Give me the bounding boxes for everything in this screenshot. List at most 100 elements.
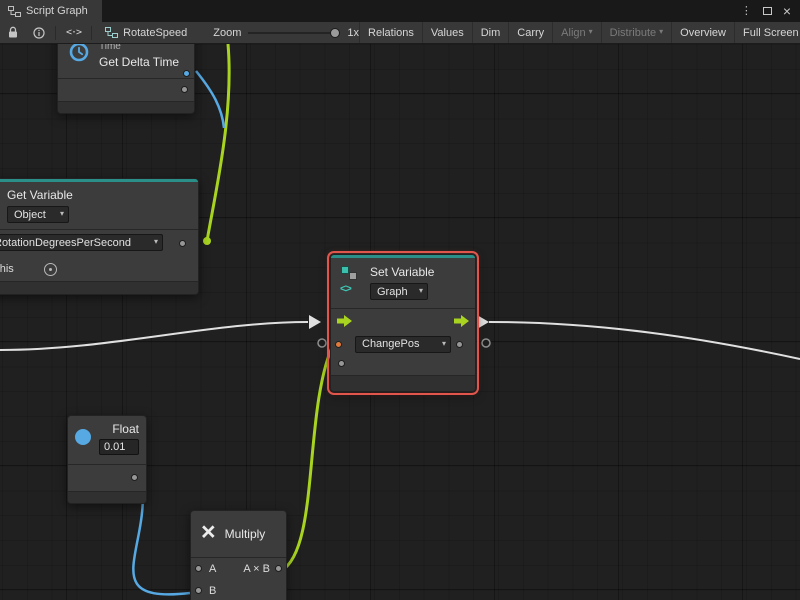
output-port[interactable] (181, 86, 188, 93)
value-output-port[interactable] (456, 341, 463, 348)
node-header: Float 0.01 (68, 416, 146, 464)
multiply-icon: × (201, 520, 216, 545)
node-footer (58, 101, 194, 113)
code-preview-icon[interactable]: <·> (59, 22, 88, 43)
toolbar-buttons: Relations Values Dim Carry Align Distrib… (359, 22, 800, 43)
window-controls: ⋮ × (741, 0, 800, 22)
toolbar-separator (91, 26, 92, 40)
result-output-port[interactable] (275, 565, 282, 572)
zoom-control: Zoom 1x (197, 26, 359, 40)
green-wire-endpoint[interactable] (203, 237, 211, 245)
script-graph-asset-icon (105, 27, 118, 38)
variable-name-dropdown[interactable]: ChangePos (355, 336, 451, 353)
port-bubble-right[interactable] (482, 339, 490, 347)
node-title: Float (112, 422, 139, 436)
node-multiply[interactable]: × Multiply A A × B B (190, 510, 287, 600)
node-header: Time Get Delta Time (58, 44, 194, 78)
exec-port-row (331, 309, 475, 333)
node-category: Time (99, 44, 179, 52)
tab-title: Script Graph (26, 5, 88, 17)
node-header: × Multiply (191, 511, 286, 557)
graph-toolbar: <·> RotateSpeed Zoom 1x Relations Values… (0, 22, 800, 44)
exec-arrow-in-icon (309, 315, 321, 329)
node-title: Get Variable (7, 188, 190, 202)
node-title: Set Variable (370, 265, 434, 279)
exec-wire-in[interactable] (0, 322, 308, 350)
graph-name: RotateSpeed (123, 27, 187, 39)
set-variable-icon: <> (339, 265, 363, 304)
graph-reference[interactable]: RotateSpeed (95, 27, 197, 39)
node-get-delta-time[interactable]: Time Get Delta Time (57, 44, 195, 114)
variable-name-row: ChangePos (331, 333, 475, 355)
node-float-literal[interactable]: Float 0.01 (67, 415, 147, 504)
exec-output-port[interactable] (454, 315, 469, 327)
extra-port-row (331, 355, 475, 375)
variable-scope-dropdown[interactable]: Graph (370, 283, 428, 300)
menu-icon[interactable]: ⋮ (741, 6, 752, 17)
value-input-port[interactable] (335, 341, 342, 348)
graph-icon (8, 6, 21, 17)
code-brackets-icon: <> (340, 283, 351, 295)
node-set-variable[interactable]: <> Set Variable Graph ChangePos (330, 254, 476, 392)
tab-bar: Script Graph ⋮ × (0, 0, 800, 22)
toolbar-separator (55, 26, 56, 40)
close-icon[interactable]: × (783, 4, 791, 18)
value-wire-deltatime[interactable] (196, 71, 224, 128)
align-dropdown[interactable]: Align (552, 22, 600, 43)
target-label: This (0, 263, 14, 275)
maximize-icon[interactable] (763, 7, 772, 15)
node-port-row (58, 79, 194, 101)
variable-scope-dropdown[interactable]: Object (7, 206, 69, 223)
overview-button[interactable]: Overview (671, 22, 734, 43)
node-get-variable[interactable]: Get Variable Object RotationDegreesPerSe… (0, 178, 199, 295)
float-output-port[interactable] (183, 70, 190, 77)
target-self-icon[interactable] (44, 263, 57, 276)
value-wire-multiply-to-setvariable[interactable] (281, 345, 333, 571)
info-icon[interactable] (26, 22, 52, 43)
node-footer (331, 375, 475, 391)
target-row: This (0, 257, 198, 281)
values-button[interactable]: Values (422, 22, 472, 43)
node-footer (0, 281, 198, 294)
value-output-port[interactable] (131, 474, 138, 481)
full-screen-button[interactable]: Full Screen (734, 22, 800, 43)
node-header: Get Variable Object (0, 182, 198, 229)
input-port-a[interactable] (195, 565, 202, 572)
clock-icon (68, 44, 90, 63)
value-output-port[interactable] (179, 240, 186, 247)
graph-canvas[interactable]: Time Get Delta Time Get Variable Object … (0, 44, 800, 600)
node-title: Get Delta Time (99, 55, 179, 69)
node-footer (68, 491, 146, 503)
result-port-label: A × B (243, 563, 270, 575)
exec-wire-out[interactable] (489, 322, 800, 359)
lock-icon[interactable] (0, 22, 26, 43)
variable-name-row: RotationDegreesPerSecond (0, 230, 198, 257)
zoom-slider-track[interactable] (248, 32, 340, 34)
distribute-dropdown[interactable]: Distribute (601, 22, 671, 43)
carry-button[interactable]: Carry (508, 22, 552, 43)
value-wire-green-top[interactable] (207, 44, 229, 241)
port-row-a: A A × B (191, 558, 286, 580)
node-port-row (68, 465, 146, 491)
zoom-slider[interactable] (248, 26, 340, 40)
zoom-label: Zoom (213, 27, 241, 39)
input-port-b[interactable] (195, 587, 202, 594)
zoom-slider-knob[interactable] (330, 28, 340, 38)
port-b-label: B (209, 585, 216, 597)
zoom-value: 1x (347, 27, 359, 39)
variable-icon (341, 266, 349, 274)
fallback-input-port[interactable] (338, 360, 345, 367)
dim-button[interactable]: Dim (472, 22, 509, 43)
float-type-icon (75, 429, 91, 445)
variable-icon (349, 272, 357, 280)
exec-arrow-out-icon (477, 315, 489, 329)
variable-name-dropdown[interactable]: RotationDegreesPerSecond (0, 234, 163, 251)
port-a-label: A (209, 563, 216, 575)
port-row-b: B (191, 580, 286, 600)
exec-input-port[interactable] (337, 315, 352, 327)
node-header: <> Set Variable Graph (331, 258, 475, 308)
float-value-input[interactable]: 0.01 (99, 439, 139, 455)
relations-button[interactable]: Relations (359, 22, 422, 43)
tab-script-graph[interactable]: Script Graph (0, 0, 102, 22)
port-bubble-left[interactable] (318, 339, 326, 347)
